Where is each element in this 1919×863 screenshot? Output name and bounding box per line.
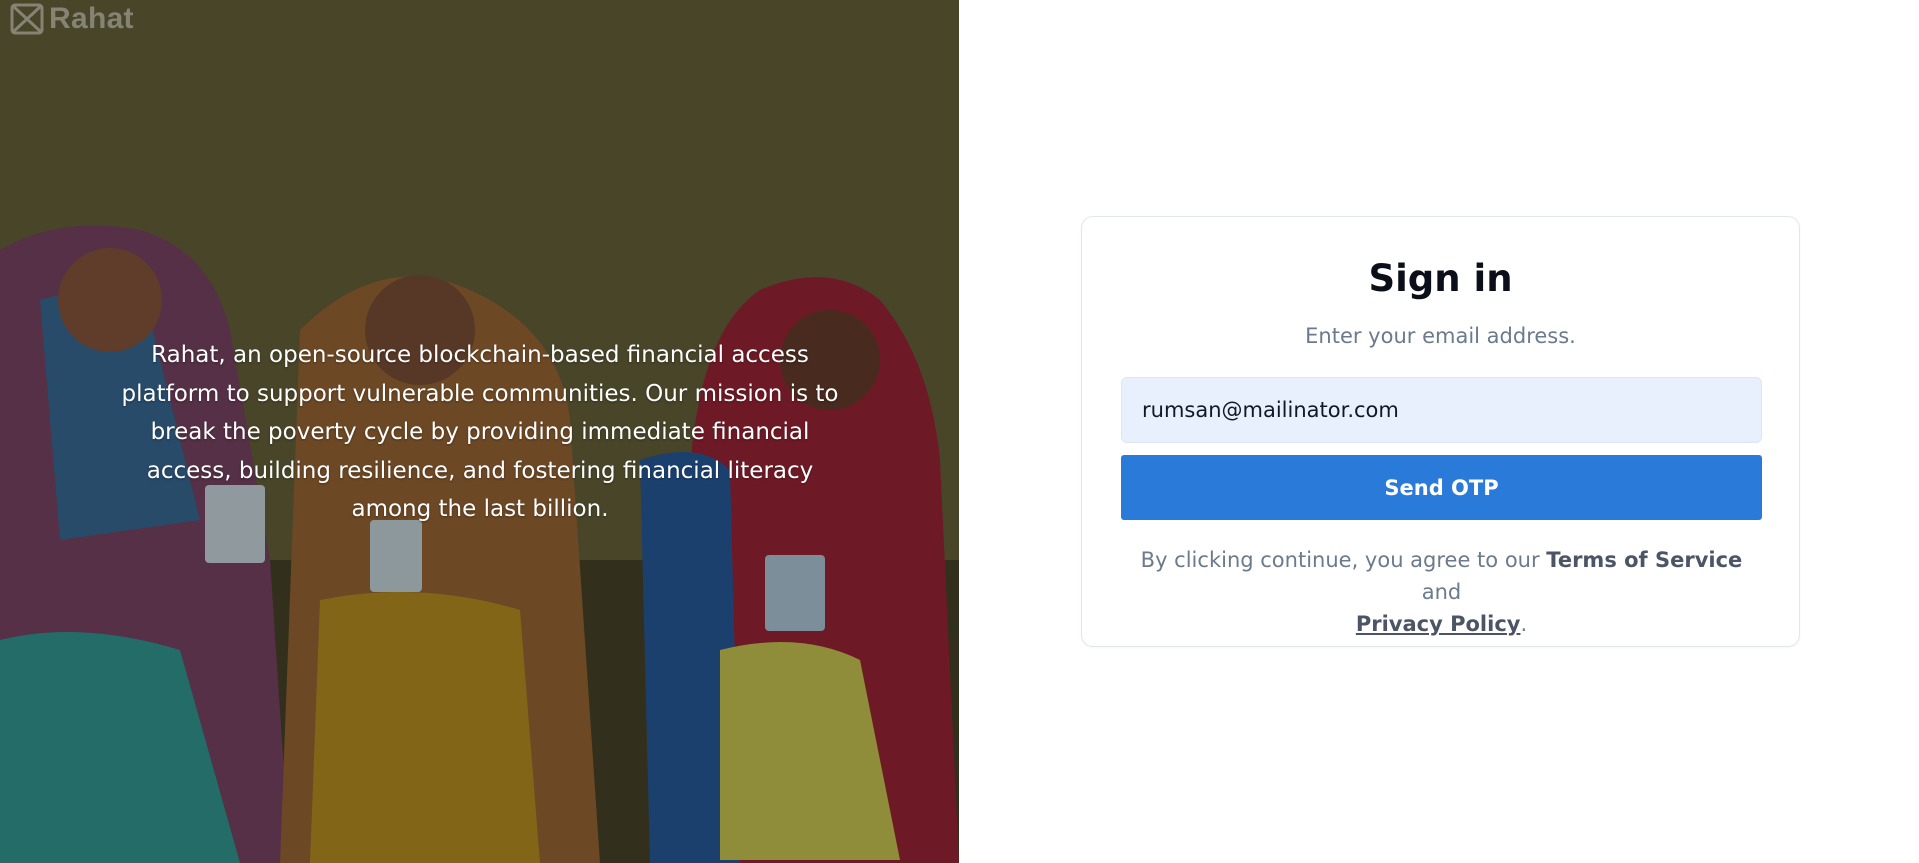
send-otp-button[interactable]: Send OTP — [1121, 455, 1762, 520]
brand-logo: Rahat — [9, 1, 134, 37]
brand-name: Rahat — [49, 2, 134, 35]
terms-of-service-link[interactable]: Terms of Service — [1546, 548, 1742, 572]
signin-page: Rahat Rahat, an open-source blockchain-b… — [0, 0, 1919, 863]
hero-description: Rahat, an open-source blockchain-based f… — [121, 342, 839, 522]
legal-notice: By clicking continue, you agree to our T… — [1121, 544, 1762, 640]
signin-subtitle: Enter your email address. — [1305, 324, 1576, 348]
legal-and: and — [1421, 580, 1462, 604]
signin-card: Sign in Enter your email address. Send O… — [1081, 216, 1800, 647]
legal-suffix: . — [1520, 612, 1528, 636]
email-input[interactable] — [1121, 377, 1762, 443]
rahat-logo-icon — [10, 3, 44, 35]
signin-title: Sign in — [1368, 257, 1513, 300]
legal-prefix: By clicking continue, you agree to our — [1140, 548, 1547, 572]
hero-panel: Rahat Rahat, an open-source blockchain-b… — [0, 0, 959, 863]
privacy-policy-link[interactable]: Privacy Policy — [1356, 612, 1521, 636]
